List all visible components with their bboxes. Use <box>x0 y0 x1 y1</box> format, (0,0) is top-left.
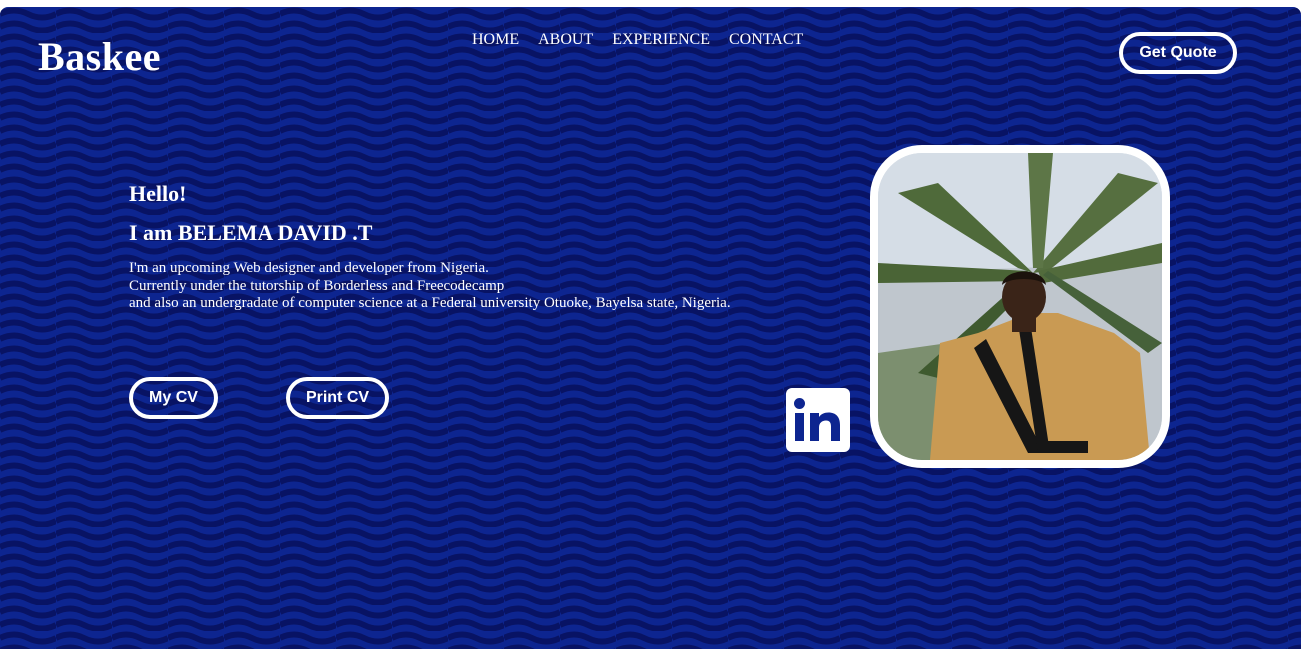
bio-line: Currently under the tutorship of Borderl… <box>129 277 505 294</box>
nav-item-contact[interactable]: CONTACT <box>729 31 803 49</box>
bio-line: I'm an upcoming Web designer and develop… <box>129 260 489 276</box>
bio-text: I'm an upcoming Web designer and develop… <box>129 260 731 313</box>
profile-photo <box>870 145 1170 468</box>
brand-logo[interactable]: Baskee <box>38 33 161 80</box>
my-cv-button[interactable]: My CV <box>129 377 218 419</box>
nav-item-about[interactable]: ABOUT <box>538 31 593 49</box>
print-cv-button[interactable]: Print CV <box>286 377 389 419</box>
hero-section: Baskee HOME ABOUT EXPERIENCE CONTACT Get… <box>0 7 1301 649</box>
nav-item-home[interactable]: HOME <box>472 31 519 49</box>
get-quote-button[interactable]: Get Quote <box>1119 32 1237 74</box>
linkedin-icon[interactable] <box>786 388 850 452</box>
bio-line: and also an undergradate of computer sci… <box>129 295 731 311</box>
main-nav: HOME ABOUT EXPERIENCE CONTACT <box>472 31 803 49</box>
intro-heading: I am BELEMA DAVID .T <box>129 220 373 245</box>
greeting-heading: Hello! <box>129 181 187 206</box>
nav-item-experience[interactable]: EXPERIENCE <box>612 31 710 49</box>
